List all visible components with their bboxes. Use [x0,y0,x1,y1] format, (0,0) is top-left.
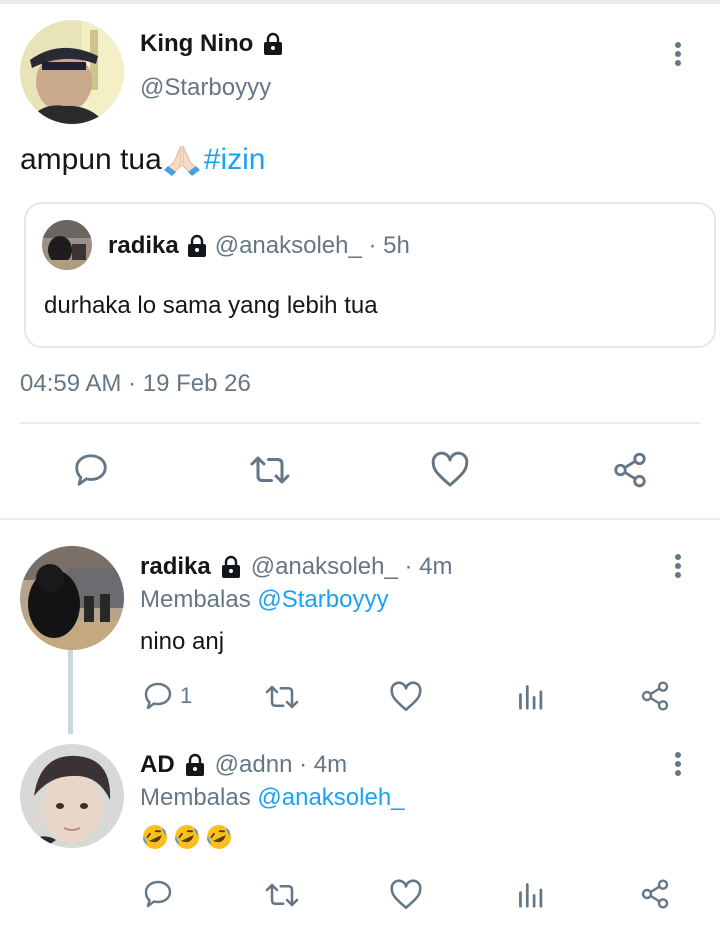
divider [20,422,700,424]
like-button[interactable] [389,879,423,911]
lock-icon [185,234,209,258]
quoted-header: radika @anaksoleh_ · 5h [108,232,410,260]
replying-to: Membalas @Starboyyy [140,586,388,614]
analytics-icon [519,685,543,710]
reply-handle-time: @anaksoleh_ · 4m [250,553,453,580]
avatar[interactable] [20,546,124,650]
heart-icon [390,879,422,910]
tweet-timestamp[interactable]: 04:59 AM · 19 Feb 26 [20,370,251,398]
analytics-button[interactable] [516,879,544,909]
author-display-name[interactable]: King Nino [140,30,253,58]
retweet-button[interactable] [264,880,300,910]
lock-icon [261,32,285,56]
reply-text: nino anj [140,628,225,655]
quoted-handle-time: @anaksoleh_ · 5h [214,232,410,259]
quoted-tweet-card[interactable]: radika @anaksoleh_ · 5h durhaka lo sama … [24,202,716,348]
reply-button[interactable] [72,451,110,489]
heart-icon [390,681,422,712]
hashtag-link[interactable]: #izin [204,143,266,177]
rofl-emoji-icon [172,822,202,857]
reply-bubble-icon [144,880,172,908]
top-border [0,0,720,4]
heart-icon [431,451,469,487]
rofl-emoji-icon [140,822,170,857]
more-vertical-icon[interactable] [668,551,688,581]
replying-to: Membalas @anaksoleh_ [140,784,405,812]
share-icon [641,681,669,711]
more-vertical-icon[interactable] [668,39,688,69]
reply-button[interactable]: 1 [142,680,192,712]
lock-icon [183,753,207,777]
share-button[interactable] [638,680,672,712]
reply-bubble-icon [144,682,172,710]
retweet-icon [265,883,299,907]
avatar[interactable] [20,744,124,848]
divider [0,518,720,520]
reply-display-name[interactable]: radika [140,553,211,581]
retweet-button[interactable] [264,682,300,712]
retweet-icon [250,456,290,484]
retweet-button[interactable] [249,452,291,488]
lock-icon [219,555,243,579]
tweet-text-body: ampun tua [20,143,162,176]
share-icon [614,452,646,488]
tweet-text: ampun tua #izin [20,142,265,178]
quoted-display-name: radika [108,232,179,259]
analytics-icon [519,883,543,908]
analytics-button[interactable] [516,681,544,711]
like-button[interactable] [389,681,423,713]
reply-display-name[interactable]: AD [140,751,175,779]
reply-emoji-text: 🤣🤣🤣 [140,822,234,857]
retweet-icon [265,685,299,709]
rofl-emoji-icon [204,822,234,857]
more-vertical-icon[interactable] [668,749,688,779]
reply-header: radika @anaksoleh_ · 4m [140,553,453,581]
share-button[interactable] [610,451,650,489]
thread-line [68,650,73,734]
replying-mention[interactable]: @Starboyyy [257,586,388,613]
author-handle[interactable]: @Starboyyy [140,74,271,102]
quoted-text: durhaka lo sama yang lebih tua [44,292,378,319]
like-button[interactable] [430,451,470,489]
reply-bubble-icon [75,454,107,486]
author-row: King Nino [140,30,285,58]
reply-button[interactable] [142,878,174,910]
replying-mention[interactable]: @anaksoleh_ [257,784,404,811]
folded-hands-emoji-icon [162,142,202,178]
quoted-avatar [42,220,92,270]
replying-prefix: Membalas [140,586,251,613]
reply-header: AD @adnn · 4m [140,751,347,779]
share-button[interactable] [638,878,672,910]
avatar[interactable] [20,20,124,124]
reply-handle-time: @adnn · 4m [214,751,348,778]
reply-count: 1 [180,683,193,708]
replying-prefix: Membalas [140,784,251,811]
share-icon [641,879,669,909]
